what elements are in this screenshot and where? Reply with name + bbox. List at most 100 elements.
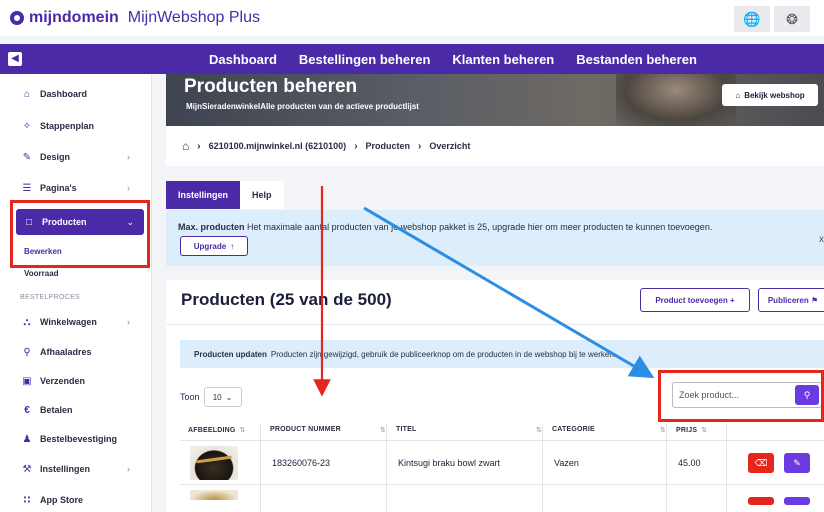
edit-button[interactable]: ✎ (784, 453, 810, 473)
column-header-number[interactable]: PRODUCT NUMMER (270, 426, 341, 433)
publish-button[interactable]: Publiceren ⚑ (758, 288, 824, 312)
update-message: Producten zijn gewijzigd, gebruik de pub… (270, 349, 616, 359)
upgrade-button[interactable]: Upgrade ↑ (180, 236, 248, 256)
sidebar-item-label: Afhaaladres (40, 347, 92, 357)
column-label: PRODUCT NUMMER (270, 426, 341, 433)
breadcrumb-home-icon[interactable]: ⌂ (182, 139, 189, 153)
page-size-control: Toon 10 ⌄ (180, 387, 242, 407)
arrow-up-icon: ↑ (230, 241, 235, 251)
sidebar-item-bestelbevestiging[interactable]: ♟ Bestelbevestiging (0, 424, 152, 454)
delete-button[interactable] (748, 497, 774, 505)
divider (166, 324, 824, 325)
pencil-icon: ✎ (793, 457, 801, 468)
chevron-right-icon: › (127, 152, 130, 162)
page-banner: Producten beheren MijnSieradenwinkelAlle… (166, 74, 824, 126)
tab-help[interactable]: Help (240, 181, 284, 209)
chevron-right-icon: › (354, 140, 358, 152)
sidebar-item-instellingen[interactable]: ⚒ Instellingen › (0, 454, 152, 484)
sort-icon: ⇅ (239, 427, 246, 434)
column-label: TITEL (396, 426, 417, 433)
column-label: AFBEELDING (188, 427, 236, 434)
sort-icon[interactable]: ⇅ (656, 426, 666, 434)
column-header-title[interactable]: TITEL (396, 426, 416, 433)
page-size-select[interactable]: 10 ⌄ (203, 387, 242, 407)
update-title: Producten updaten (194, 349, 267, 359)
logo-text: mijndomein (29, 9, 119, 26)
user-check-icon: ♟ (22, 433, 32, 445)
max-products-alert: Max. producten Het maximale aantal produ… (166, 210, 824, 266)
product-number: 183260076-23 (272, 458, 331, 468)
logo[interactable]: mijndomein MijnWebshop Plus (10, 9, 260, 27)
column-header-image[interactable]: AFBEELDING ⇅ (188, 426, 246, 434)
sidebar: ⌂ Dashboard ✧ Stappenplan ✎ Design › ☰ P… (0, 74, 152, 512)
table-row[interactable] (180, 485, 824, 512)
delete-button[interactable]: ⌫ (748, 453, 774, 473)
view-webshop-button[interactable]: ⌂ Bekijk webshop (722, 84, 818, 106)
sidebar-item-afhaaladres[interactable]: ⚲ Afhaaladres (0, 337, 152, 367)
breadcrumb: ⌂ › 6210100.mijnwinkel.nl (6210100) › Pr… (166, 126, 824, 166)
home-icon: ⌂ (23, 88, 31, 100)
logo-mark-icon (10, 11, 24, 25)
sort-icon[interactable]: ⇅ (532, 426, 542, 434)
page-size-value: 10 (212, 392, 222, 402)
nav-customers[interactable]: Klanten beheren (452, 52, 554, 67)
chevron-right-icon: › (127, 464, 130, 474)
close-icon[interactable]: x (819, 234, 824, 245)
highlight-box-search (658, 370, 824, 422)
sidebar-item-appstore[interactable]: ∷ App Store (0, 485, 152, 512)
sidebar-item-label: Winkelwagen (40, 317, 97, 327)
cart-icon: ⛬ (23, 316, 31, 328)
sidebar-item-label: Pagina's (40, 183, 77, 193)
lifebuoy-icon[interactable]: ❂ (774, 6, 810, 32)
table-row[interactable]: 183260076-23 Kintsugi braku bowl zwart V… (180, 441, 824, 485)
column-header-price[interactable]: PRIJS ⇅ (676, 426, 707, 434)
breadcrumb-overzicht: Overzicht (429, 141, 471, 151)
column-label: PRIJS (676, 427, 698, 434)
sidebar-item-betalen[interactable]: € Betalen (0, 395, 152, 425)
products-card: Producten (25 van de 500) Product toevoe… (166, 280, 824, 512)
add-product-button[interactable]: Product toevoegen + (640, 288, 750, 312)
show-label: Toon (180, 392, 200, 402)
chevron-down-icon: ⌄ (225, 392, 233, 402)
products-title: Producten (25 van de 500) (181, 290, 392, 309)
update-products-alert: Producten updaten Producten zijn gewijzi… (180, 340, 824, 368)
edit-button[interactable] (784, 497, 810, 505)
max-products-text: Max. producten Het maximale aantal produ… (178, 222, 712, 232)
max-products-message: Het maximale aantal producten van je web… (247, 222, 713, 232)
globe-icon[interactable]: 🌐 (734, 6, 770, 32)
nav-orders[interactable]: Bestellingen beheren (299, 52, 430, 67)
nav-files[interactable]: Bestanden beheren (576, 52, 697, 67)
sidebar-item-dashboard[interactable]: ⌂ Dashboard (0, 79, 152, 109)
page-subtitle: MijnSieradenwinkelAlle producten van de … (186, 102, 419, 111)
sidebar-item-winkelwagen[interactable]: ⛬ Winkelwagen › (0, 307, 152, 337)
sort-icon: ⇅ (701, 427, 708, 434)
sidebar-item-stappenplan[interactable]: ✧ Stappenplan (0, 111, 152, 141)
top-bar: mijndomein MijnWebshop Plus 🌐 ❂ (0, 0, 824, 36)
sidebar-item-label: Betalen (40, 405, 73, 415)
sidebar-item-label: Instellingen (40, 464, 91, 474)
breadcrumb-shop[interactable]: 6210100.mijnwinkel.nl (6210100) (209, 141, 347, 151)
tab-bar: Instellingen Help (166, 181, 284, 209)
sidebar-item-paginas[interactable]: ☰ Pagina's › (0, 173, 152, 203)
sidebar-subitem-voorraad[interactable]: Voorraad (24, 269, 59, 278)
sort-icon[interactable]: ⇅ (376, 426, 386, 434)
sidebar-item-verzenden[interactable]: ▣ Verzenden (0, 366, 152, 396)
column-header-category[interactable]: CATEGORIE (552, 426, 595, 433)
highlight-box-producten (10, 200, 150, 268)
tab-instellingen[interactable]: Instellingen (166, 181, 241, 209)
max-products-title: Max. producten (178, 222, 245, 232)
breadcrumb-producten[interactable]: Producten (366, 141, 411, 151)
publish-label: Publiceren (767, 295, 809, 305)
sidebar-item-design[interactable]: ✎ Design › (0, 142, 152, 172)
design-icon: ✎ (22, 151, 32, 163)
chevron-right-icon: › (418, 140, 422, 152)
sidebar-toggle-icon[interactable]: ◀ (8, 52, 22, 66)
plus-icon: + (730, 295, 735, 305)
pin-icon: ⚲ (23, 346, 31, 358)
sidebar-item-label: App Store (40, 495, 84, 505)
add-product-label: Product toevoegen (655, 295, 728, 305)
nav-dashboard[interactable]: Dashboard (209, 52, 277, 67)
table-header: AFBEELDING ⇅ PRODUCT NUMMER ⇅ TITEL ⇅ CAT… (180, 423, 824, 441)
euro-icon: € (24, 404, 30, 416)
sidebar-item-label: Stappenplan (40, 121, 95, 131)
